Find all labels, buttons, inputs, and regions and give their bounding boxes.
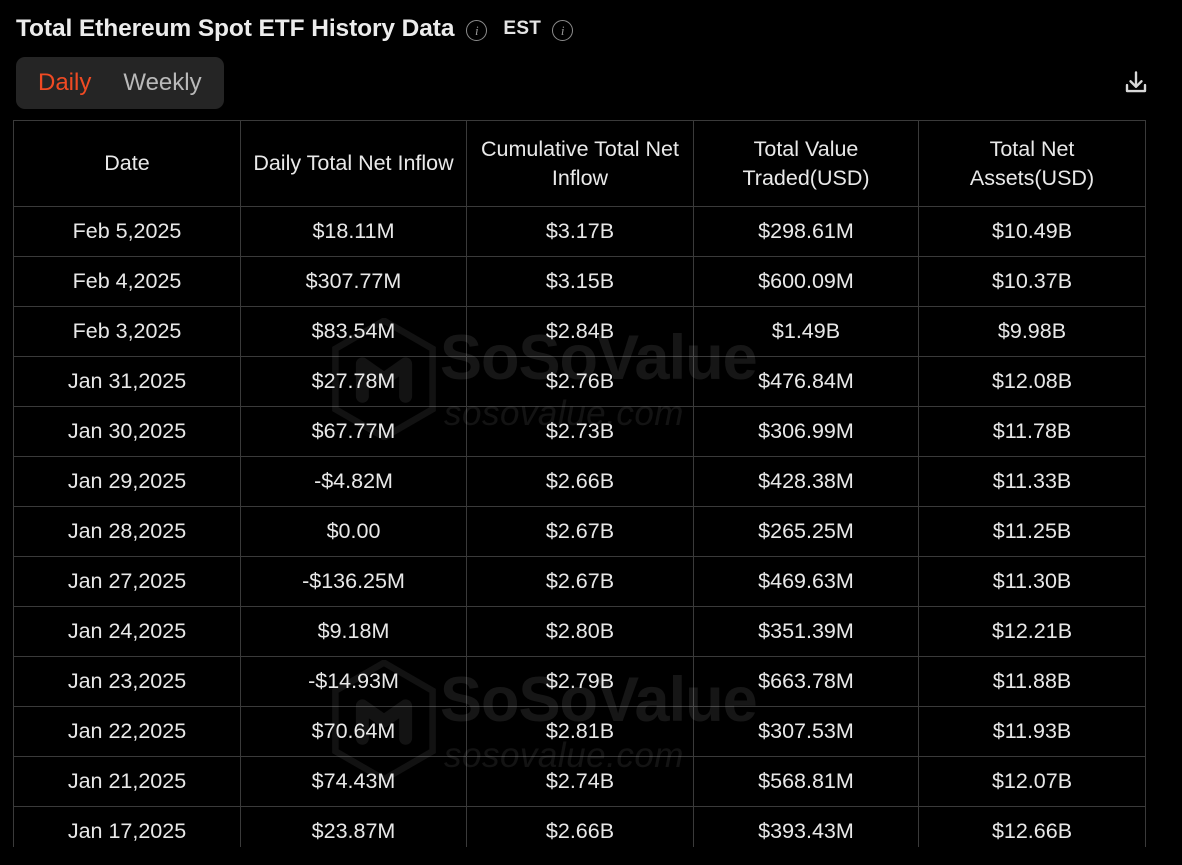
table-row[interactable]: Feb 3,2025$83.54M$2.84B$1.49B$9.98B — [14, 307, 1146, 357]
table-row[interactable]: Feb 5,2025$18.11M$3.17B$298.61M$10.49B — [14, 207, 1146, 257]
cell-total-value-traded: $298.61M — [694, 207, 919, 257]
cell-daily-total-net-inflow: $67.77M — [241, 407, 467, 457]
cell-daily-total-net-inflow: -$136.25M — [241, 557, 467, 607]
cell-total-net-assets: $12.07B — [919, 757, 1146, 807]
column-header-cumulative-total-net-inflow[interactable]: Cumulative Total Net Inflow — [467, 121, 694, 207]
cell-daily-total-net-inflow: $307.77M — [241, 257, 467, 307]
cell-total-value-traded: $476.84M — [694, 357, 919, 407]
cell-total-net-assets: $11.33B — [919, 457, 1146, 507]
cell-total-net-assets: $10.37B — [919, 257, 1146, 307]
cell-daily-total-net-inflow: $18.11M — [241, 207, 467, 257]
cell-total-value-traded: $568.81M — [694, 757, 919, 807]
cell-total-value-traded: $307.53M — [694, 707, 919, 757]
cell-total-value-traded: $351.39M — [694, 607, 919, 657]
cell-date: Jan 30,2025 — [14, 407, 241, 457]
cell-daily-total-net-inflow: -$14.93M — [241, 657, 467, 707]
cell-daily-total-net-inflow: -$4.82M — [241, 457, 467, 507]
cell-daily-total-net-inflow: $0.00 — [241, 507, 467, 557]
table-row[interactable]: Jan 27,2025-$136.25M$2.67B$469.63M$11.30… — [14, 557, 1146, 607]
cell-total-value-traded: $600.09M — [694, 257, 919, 307]
info-circle-icon[interactable]: i — [466, 20, 487, 41]
cell-cumulative-net-inflow: $2.67B — [467, 507, 694, 557]
cell-date: Jan 22,2025 — [14, 707, 241, 757]
cell-cumulative-net-inflow: $3.17B — [467, 207, 694, 257]
period-toggle-group: Daily Weekly — [16, 57, 224, 109]
cell-daily-total-net-inflow: $70.64M — [241, 707, 467, 757]
download-icon — [1121, 68, 1151, 98]
cell-total-net-assets: $11.25B — [919, 507, 1146, 557]
cell-cumulative-net-inflow: $3.15B — [467, 257, 694, 307]
cell-total-net-assets: $9.98B — [919, 307, 1146, 357]
cell-daily-total-net-inflow: $23.87M — [241, 807, 467, 848]
cell-total-net-assets: $11.93B — [919, 707, 1146, 757]
table-row[interactable]: Jan 22,2025$70.64M$2.81B$307.53M$11.93B — [14, 707, 1146, 757]
cell-date: Jan 31,2025 — [14, 357, 241, 407]
cell-total-net-assets: $10.49B — [919, 207, 1146, 257]
cell-total-net-assets: $12.08B — [919, 357, 1146, 407]
cell-total-value-traded: $663.78M — [694, 657, 919, 707]
cell-cumulative-net-inflow: $2.66B — [467, 457, 694, 507]
timezone-label: EST — [503, 18, 541, 40]
page-header: Total Ethereum Spot ETF History Data i E… — [0, 0, 1182, 46]
table-row[interactable]: Jan 31,2025$27.78M$2.76B$476.84M$12.08B — [14, 357, 1146, 407]
cell-total-value-traded: $393.43M — [694, 807, 919, 848]
cell-cumulative-net-inflow: $2.84B — [467, 307, 694, 357]
cell-daily-total-net-inflow: $83.54M — [241, 307, 467, 357]
table-row[interactable]: Jan 17,2025$23.87M$2.66B$393.43M$12.66B — [14, 807, 1146, 848]
table-row[interactable]: Jan 28,2025$0.00$2.67B$265.25M$11.25B — [14, 507, 1146, 557]
cell-cumulative-net-inflow: $2.67B — [467, 557, 694, 607]
tab-weekly[interactable]: Weekly — [107, 57, 217, 109]
toolbar: Daily Weekly — [0, 46, 1182, 120]
cell-date: Feb 3,2025 — [14, 307, 241, 357]
cell-date: Feb 4,2025 — [14, 257, 241, 307]
table-row[interactable]: Jan 23,2025-$14.93M$2.79B$663.78M$11.88B — [14, 657, 1146, 707]
table-row[interactable]: Feb 4,2025$307.77M$3.15B$600.09M$10.37B — [14, 257, 1146, 307]
column-header-date[interactable]: Date — [14, 121, 241, 207]
cell-cumulative-net-inflow: $2.81B — [467, 707, 694, 757]
cell-date: Jan 21,2025 — [14, 757, 241, 807]
cell-total-net-assets: $11.30B — [919, 557, 1146, 607]
table-header-row: Date Daily Total Net Inflow Cumulative T… — [14, 121, 1146, 207]
page-title: Total Ethereum Spot ETF History Data — [16, 15, 454, 43]
cell-date: Jan 23,2025 — [14, 657, 241, 707]
cell-cumulative-net-inflow: $2.74B — [467, 757, 694, 807]
cell-date: Feb 5,2025 — [14, 207, 241, 257]
cell-cumulative-net-inflow: $2.66B — [467, 807, 694, 848]
cell-total-net-assets: $12.21B — [919, 607, 1146, 657]
cell-total-value-traded: $265.25M — [694, 507, 919, 557]
table-body: Feb 5,2025$18.11M$3.17B$298.61M$10.49BFe… — [14, 207, 1146, 848]
table-row[interactable]: Jan 30,2025$67.77M$2.73B$306.99M$11.78B — [14, 407, 1146, 457]
cell-daily-total-net-inflow: $74.43M — [241, 757, 467, 807]
etf-history-table: Date Daily Total Net Inflow Cumulative T… — [13, 120, 1146, 847]
table-row[interactable]: Jan 29,2025-$4.82M$2.66B$428.38M$11.33B — [14, 457, 1146, 507]
cell-date: Jan 28,2025 — [14, 507, 241, 557]
column-header-total-net-assets[interactable]: Total Net Assets(USD) — [919, 121, 1146, 207]
cell-cumulative-net-inflow: $2.76B — [467, 357, 694, 407]
cell-cumulative-net-inflow: $2.73B — [467, 407, 694, 457]
cell-cumulative-net-inflow: $2.80B — [467, 607, 694, 657]
column-header-daily-total-net-inflow[interactable]: Daily Total Net Inflow — [241, 121, 467, 207]
cell-date: Jan 24,2025 — [14, 607, 241, 657]
timezone-info-circle-icon[interactable]: i — [552, 20, 573, 41]
cell-total-net-assets: $12.66B — [919, 807, 1146, 848]
cell-total-value-traded: $428.38M — [694, 457, 919, 507]
tab-daily[interactable]: Daily — [22, 57, 107, 109]
download-button[interactable] — [1116, 63, 1156, 103]
table-header: Date Daily Total Net Inflow Cumulative T… — [14, 121, 1146, 207]
table-row[interactable]: Jan 24,2025$9.18M$2.80B$351.39M$12.21B — [14, 607, 1146, 657]
etf-history-table-container: Date Daily Total Net Inflow Cumulative T… — [13, 120, 1146, 847]
cell-daily-total-net-inflow: $27.78M — [241, 357, 467, 407]
cell-date: Jan 17,2025 — [14, 807, 241, 848]
cell-daily-total-net-inflow: $9.18M — [241, 607, 467, 657]
cell-total-net-assets: $11.88B — [919, 657, 1146, 707]
cell-total-value-traded: $306.99M — [694, 407, 919, 457]
cell-total-net-assets: $11.78B — [919, 407, 1146, 457]
cell-date: Jan 27,2025 — [14, 557, 241, 607]
table-row[interactable]: Jan 21,2025$74.43M$2.74B$568.81M$12.07B — [14, 757, 1146, 807]
cell-total-value-traded: $469.63M — [694, 557, 919, 607]
cell-date: Jan 29,2025 — [14, 457, 241, 507]
cell-cumulative-net-inflow: $2.79B — [467, 657, 694, 707]
cell-total-value-traded: $1.49B — [694, 307, 919, 357]
column-header-total-value-traded[interactable]: Total Value Traded(USD) — [694, 121, 919, 207]
